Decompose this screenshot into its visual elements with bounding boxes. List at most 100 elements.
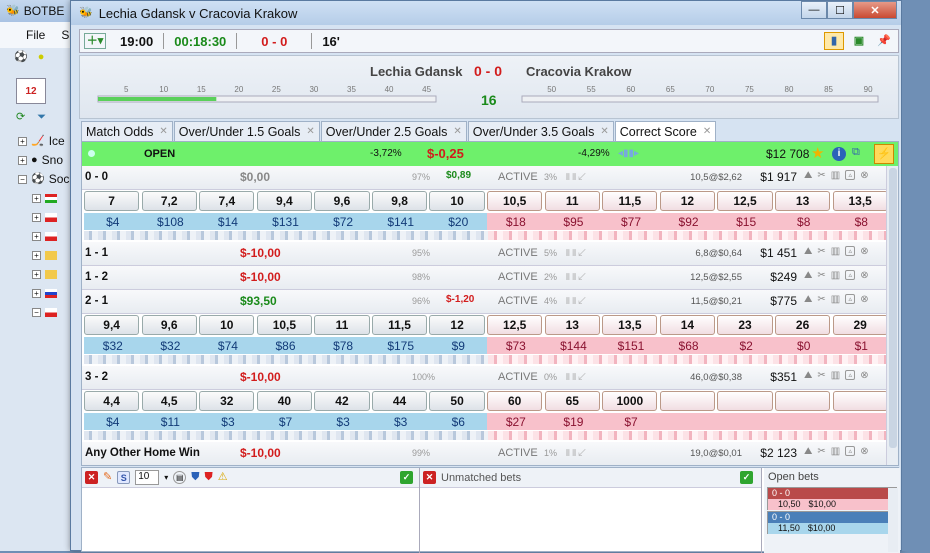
scroll-thumb[interactable] (889, 168, 897, 448)
chart-icon[interactable]: ⛰ (804, 446, 812, 457)
ladder-icon[interactable]: ▥ (831, 446, 840, 457)
runner-row[interactable]: 2 - 1 $93,50 96% $-1,20 ACTIVE 4% ⫴ ⫴ ↙ 11,5@$0… (82, 290, 888, 314)
back-price-button[interactable]: 44 (371, 391, 428, 411)
back-price-button[interactable]: 9,6 (314, 191, 370, 211)
tools-icon[interactable]: ✂ (817, 246, 825, 257)
brush-icon[interactable]: ✎ (103, 472, 112, 483)
tab-4[interactable]: Correct Score ✕ (614, 121, 717, 141)
ladder-icon[interactable]: ▥ (831, 294, 840, 305)
back-price-button[interactable]: 7 (84, 191, 140, 211)
confirm-unmatched-icon[interactable]: ✓ (740, 471, 753, 484)
lay-price-button[interactable] (659, 391, 716, 411)
minimize-button[interactable]: — (801, 1, 827, 19)
lay-price-button[interactable]: 65 (544, 391, 600, 411)
lay-price-button[interactable]: 14 (659, 315, 716, 335)
lay-price-button[interactable]: 13,5 (832, 191, 888, 211)
lay-price-button[interactable]: 10,5 (487, 191, 543, 211)
back-price-button[interactable]: 9,4 (84, 315, 140, 335)
lightning-icon[interactable]: ⚡ (874, 144, 894, 164)
expand-icon[interactable]: ▵ (845, 270, 856, 280)
back-price-button[interactable]: 10 (199, 315, 255, 335)
lay-price-button[interactable]: 13,5 (602, 315, 658, 335)
favourite-star-icon[interactable]: ★ (811, 146, 824, 161)
tree-flag-hungary[interactable]: + (18, 189, 69, 208)
runner-row[interactable]: 0 - 0 $0,00 97% $0,89 ACTIVE 3% ⫴ ⫴ ↙ 10,5@$2,6… (82, 166, 888, 190)
close-tab-icon[interactable]: ✕ (306, 126, 314, 137)
back-price-button[interactable]: 12 (429, 315, 485, 335)
back-price-button[interactable]: 7,2 (141, 191, 197, 211)
expand-icon[interactable]: ▵ (845, 294, 856, 304)
close-icon[interactable]: ⊗ (860, 246, 868, 257)
tree-item-soccer[interactable]: − ⚽ Soc (18, 170, 69, 189)
close-icon[interactable]: ⊗ (860, 446, 868, 457)
shield-blue-icon[interactable]: ⛊ (191, 472, 199, 483)
back-price-button[interactable]: 9,4 (256, 191, 313, 211)
ladder-icon[interactable]: ▥ (831, 170, 840, 181)
refresh-icon[interactable]: ⟳ (16, 112, 25, 123)
info-icon[interactable]: i (832, 147, 846, 161)
runner-row[interactable]: 1 - 1 $-10,00 95% ACTIVE 5% ⫴ ⫴ ↙ 6,8@$0,64 $1 … (82, 242, 888, 266)
expand-icon[interactable]: ▵ (845, 246, 856, 256)
tree-folder-2[interactable]: + (18, 265, 69, 284)
lay-price-button[interactable]: 26 (774, 315, 831, 335)
close-tab-icon[interactable]: ✕ (600, 126, 608, 137)
tab-1[interactable]: Over/Under 1.5 Goals ✕ (173, 121, 320, 141)
tab-0[interactable]: Match Odds ✕ (81, 121, 173, 141)
lay-price-button[interactable] (832, 391, 888, 411)
lay-price-button[interactable] (774, 391, 831, 411)
tools-icon[interactable]: ✂ (817, 270, 825, 281)
lay-price-button[interactable]: 1000 (602, 391, 658, 411)
lay-price-button[interactable]: 23 (717, 315, 773, 335)
shield-red-icon[interactable]: ⛊ (204, 472, 212, 483)
add-icon[interactable]: ＋▾ (84, 33, 106, 49)
chart-icon[interactable]: ⛰ (804, 170, 812, 181)
open-bet[interactable]: 0 - 0 11,50 $10,00 (767, 511, 897, 534)
back-price-button[interactable]: 7,4 (199, 191, 255, 211)
cancel-unmatched-icon[interactable]: ✕ (423, 471, 436, 484)
runner-row[interactable]: 1 - 2 $-10,00 98% ACTIVE 2% ⫴ ⫴ ↙ 12,5@$2,55 $2… (82, 266, 888, 290)
back-price-button[interactable]: 42 (314, 391, 370, 411)
back-price-button[interactable]: 9,6 (141, 315, 197, 335)
lay-price-button[interactable]: 12 (659, 191, 716, 211)
maximize-button[interactable]: ☐ (827, 1, 853, 19)
cancel-icon[interactable]: ✕ (85, 471, 98, 484)
expand-icon[interactable]: ▵ (845, 446, 856, 456)
stake-dropdown-icon[interactable]: ▾ (164, 473, 168, 482)
tree-item-ice[interactable]: + 🏒 Ice (18, 132, 69, 151)
soccer-icon[interactable]: ⚽ (14, 52, 28, 63)
filter-icon[interactable]: ⏷ (37, 112, 46, 123)
graph-icon[interactable]: ⧉ (852, 147, 860, 158)
back-price-button[interactable]: 11 (314, 315, 370, 335)
tree-flag-poland[interactable]: − (18, 303, 69, 322)
close-icon[interactable]: ⊗ (860, 270, 868, 281)
expand-icon[interactable]: ▵ (845, 170, 856, 180)
lay-price-button[interactable]: 13 (544, 315, 600, 335)
back-price-button[interactable]: 4,4 (84, 391, 140, 411)
ladder-icon[interactable]: ▥ (831, 270, 840, 281)
pin-icon[interactable]: 📌 (874, 32, 894, 50)
back-price-button[interactable]: 4,5 (141, 391, 197, 411)
chart-icon[interactable]: ⛰ (804, 246, 812, 257)
close-tab-icon[interactable]: ✕ (703, 126, 711, 137)
tree-flag-czech[interactable]: + (18, 208, 69, 227)
close-tab-icon[interactable]: ✕ (453, 126, 461, 137)
tools-icon[interactable]: ✂ (817, 370, 825, 381)
lay-price-button[interactable]: 60 (487, 391, 543, 411)
open-bet[interactable]: 0 - 0 10,50 $10,00 (767, 487, 897, 510)
expand-icon[interactable]: ▵ (845, 370, 856, 380)
lay-price-button[interactable]: 29 (832, 315, 888, 335)
ladder-icon[interactable]: ▥ (831, 370, 840, 381)
ladder-icon[interactable]: ▥ (831, 246, 840, 257)
chart-icon[interactable]: ▮ (824, 32, 844, 50)
back-price-button[interactable]: 50 (429, 391, 485, 411)
tools-icon[interactable]: ✂ (817, 446, 825, 457)
tree-item-snooker[interactable]: + ● Sno (18, 151, 69, 170)
back-price-button[interactable]: 10,5 (256, 315, 313, 335)
calendar-icon[interactable]: 12 (16, 78, 46, 104)
tennis-icon[interactable]: ● (38, 52, 45, 63)
lay-price-button[interactable]: 11 (544, 191, 600, 211)
lay-price-button[interactable]: 12,5 (717, 191, 773, 211)
close-tab-icon[interactable]: ✕ (159, 126, 167, 137)
stake-input[interactable]: 10 (135, 470, 160, 485)
back-price-button[interactable]: 40 (256, 391, 313, 411)
